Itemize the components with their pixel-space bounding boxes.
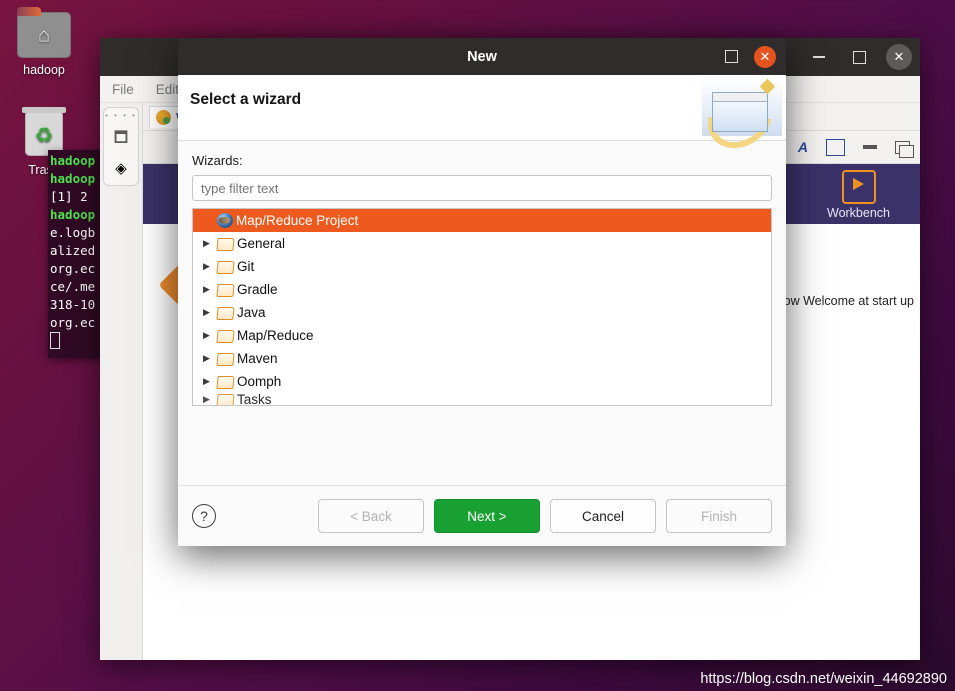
wizard-item-tasks[interactable]: ▶ Tasks — [193, 393, 771, 405]
wizard-item-label: General — [237, 236, 286, 251]
folder-icon — [217, 375, 233, 388]
folder-icon — [217, 306, 233, 319]
welcome-icon — [156, 109, 171, 125]
wizard-item-label: Java — [237, 305, 266, 320]
dialog-content: Wizards: Map/Reduce Project ▶ General ▶ … — [178, 141, 786, 501]
chevron-right-icon[interactable]: ▶ — [199, 376, 217, 387]
wizard-item-gradle[interactable]: ▶ Gradle — [193, 278, 771, 301]
wizard-item-general[interactable]: ▶ General — [193, 232, 771, 255]
dialog-titlebar: New ✕ — [178, 38, 786, 75]
workbench-label: Workbench — [827, 206, 890, 220]
new-wizard-banner-icon — [696, 75, 784, 161]
desktop-icon-label: hadoop — [23, 63, 65, 77]
wizard-item-label: Gradle — [237, 282, 278, 297]
filter-input[interactable] — [192, 175, 772, 201]
minimize-view-icon[interactable] — [863, 145, 877, 149]
wizard-item-label: Map/Reduce Project — [236, 213, 359, 228]
menu-item-edit[interactable]: Edit — [156, 82, 179, 97]
wizard-item-label: Maven — [237, 351, 278, 366]
folder-icon — [217, 329, 233, 342]
perspective-icon[interactable]: ◈ — [104, 159, 138, 177]
wizard-item-label: Oomph — [237, 374, 282, 389]
wizard-item-label: Map/Reduce — [237, 328, 314, 343]
folder-icon — [217, 237, 233, 250]
wizards-label: Wizards: — [192, 153, 243, 168]
wizard-item-git[interactable]: ▶ Git — [193, 255, 771, 278]
desktop-icon-hadoop[interactable]: ⌂ hadoop — [4, 7, 84, 77]
back-button[interactable]: < Back — [318, 499, 424, 533]
chevron-right-icon[interactable]: ▶ — [199, 353, 217, 364]
chevron-right-icon[interactable]: ▶ — [199, 238, 217, 249]
desktop-screen: ⌂ hadoop ♻ Trash hadoop hadoop [1] 2 had… — [0, 0, 955, 691]
new-wizard-dialog: New ✕ Select a wizard Wizards: Map/R — [178, 38, 786, 546]
folder-icon — [217, 352, 233, 365]
dialog-title: New — [467, 48, 497, 65]
wizard-item-map-reduce-project[interactable]: Map/Reduce Project — [193, 209, 771, 232]
dialog-footer: ? < Back Next > Cancel Finish — [178, 485, 786, 546]
maximize-icon[interactable] — [846, 44, 872, 70]
close-icon[interactable]: ✕ — [754, 45, 776, 68]
next-button[interactable]: Next > — [434, 499, 540, 533]
restore-view-icon[interactable] — [895, 140, 914, 158]
finish-button[interactable]: Finish — [666, 499, 772, 533]
wizard-list[interactable]: Map/Reduce Project ▶ General ▶ Git ▶ Gra… — [192, 208, 772, 406]
wizard-item-map-reduce[interactable]: ▶ Map/Reduce — [193, 324, 771, 347]
help-icon[interactable]: ? — [192, 504, 216, 528]
home-folder-icon: ⌂ — [17, 7, 71, 58]
cancel-button[interactable]: Cancel — [550, 499, 656, 533]
close-icon[interactable]: ✕ — [886, 44, 912, 70]
wizard-item-label: Git — [237, 259, 255, 274]
maximize-icon[interactable] — [725, 50, 738, 63]
wizard-item-oomph[interactable]: ▶ Oomph — [193, 370, 771, 393]
folder-icon — [217, 283, 233, 296]
wizard-item-label: Tasks — [237, 393, 272, 405]
wizard-item-java[interactable]: ▶ Java — [193, 301, 771, 324]
drag-handle[interactable]: • • • • — [104, 112, 138, 120]
watermark-url: https://blog.csdn.net/weixin_44692890 — [700, 671, 947, 687]
workbench-shortcut[interactable]: Workbench — [827, 170, 890, 220]
text-format-icon[interactable]: A — [798, 139, 808, 155]
folder-icon — [217, 393, 233, 405]
minimize-icon[interactable] — [806, 44, 832, 70]
wizard-item-maven[interactable]: ▶ Maven — [193, 347, 771, 370]
menu-item-file[interactable]: File — [112, 82, 134, 97]
eclipse-left-toolbar: • • • • 🗖 ◈ — [100, 103, 143, 660]
play-icon — [841, 170, 876, 204]
map-reduce-icon — [217, 213, 233, 228]
chevron-right-icon[interactable]: ▶ — [199, 261, 217, 272]
chevron-right-icon[interactable]: ▶ — [199, 307, 217, 318]
chevron-right-icon[interactable]: ▶ — [199, 394, 217, 405]
dialog-header-title: Select a wizard — [190, 91, 302, 108]
chevron-right-icon[interactable]: ▶ — [199, 330, 217, 341]
folder-icon — [217, 260, 233, 273]
chevron-right-icon[interactable]: ▶ — [199, 284, 217, 295]
dialog-header: Select a wizard — [178, 75, 786, 161]
outline-icon[interactable] — [826, 138, 845, 156]
restore-window-icon[interactable]: 🗖 — [104, 127, 138, 152]
